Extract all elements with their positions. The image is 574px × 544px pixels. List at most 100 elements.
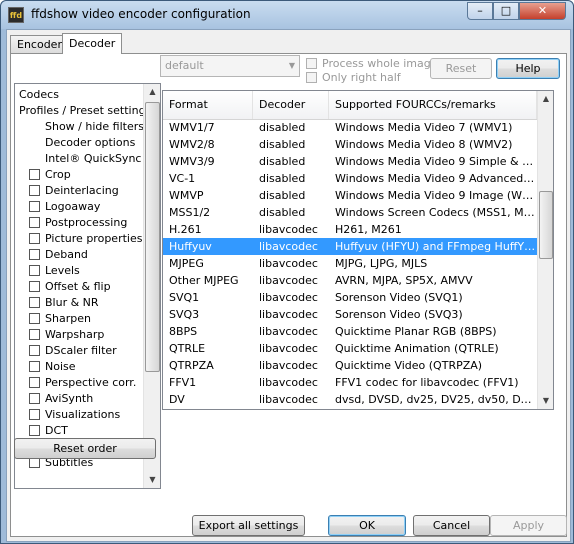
tree-item-filter[interactable]: Noise: [29, 359, 76, 375]
help-button[interactable]: Help: [496, 58, 560, 79]
tree-item-filter[interactable]: Picture properties: [29, 231, 142, 247]
table-row[interactable]: VC-1 disabled Windows Media Video 9 Advanc…: [163, 170, 537, 187]
filter-checkbox[interactable]: [29, 280, 40, 292]
filter-checkbox[interactable]: [29, 296, 40, 308]
tree-item-filter[interactable]: Offset & flip: [29, 279, 111, 295]
tree-item-subsection[interactable]: Decoder options: [45, 135, 135, 151]
table-row[interactable]: WMVP disabled Windows Media Video 9 Image …: [163, 187, 537, 204]
tree-item-filter[interactable]: DScaler filter: [29, 343, 117, 359]
cell-decoder: libavcodec: [259, 342, 318, 355]
checkbox-box: [306, 71, 317, 83]
tab-encoder[interactable]: Encoder: [10, 35, 69, 53]
close-button[interactable]: ✕: [519, 2, 566, 20]
scroll-down-arrow-icon[interactable]: ▼: [538, 393, 553, 409]
reset-order-button[interactable]: Reset order: [14, 438, 156, 459]
cell-format: DV: [169, 393, 185, 406]
column-header-format[interactable]: Format: [163, 91, 253, 119]
tree-item-subsection[interactable]: Intel® QuickSync: [45, 151, 141, 167]
tree-item-filter[interactable]: Visualizations: [29, 407, 120, 423]
filter-checkbox[interactable]: [29, 376, 40, 388]
filter-checkbox[interactable]: [29, 424, 40, 436]
table-row[interactable]: H.261 libavcodec H261, M261: [163, 221, 537, 238]
filter-checkbox[interactable]: [29, 216, 40, 228]
ok-button[interactable]: OK: [328, 515, 406, 536]
maximize-button[interactable]: □: [493, 2, 519, 20]
tab-decoder[interactable]: Decoder: [62, 33, 123, 54]
cell-remarks: Sorenson Video (SVQ3): [335, 308, 463, 321]
table-row[interactable]: WMV2/8 disabled Windows Media Video 8 (WMV…: [163, 136, 537, 153]
table-row[interactable]: Huffyuv libavcodec Huffyuv (HFYU) and FFmp…: [163, 238, 537, 255]
tree-item-label: Warpsharp: [45, 328, 105, 341]
tree-item-section[interactable]: Profiles / Preset settings: [19, 103, 151, 119]
filter-checkbox[interactable]: [29, 344, 40, 356]
tree-item-section[interactable]: Codecs: [19, 87, 59, 103]
tree-item-filter[interactable]: DCT: [29, 423, 68, 439]
preset-combo: default ▼: [160, 55, 300, 77]
table-row[interactable]: QTRLE libavcodec Quicktime Animation (QTRL…: [163, 340, 537, 357]
tree-item-filter[interactable]: Sharpen: [29, 311, 91, 327]
tree-item-filter[interactable]: Deinterlacing: [29, 183, 119, 199]
tree-item-filter[interactable]: Perspective corr.: [29, 375, 136, 391]
table-row[interactable]: MJPEG libavcodec MJPG, LJPG, MJLS: [163, 255, 537, 272]
grid-scrollbar[interactable]: ▲ ▼: [537, 91, 553, 409]
tree-item-label: Picture properties: [45, 232, 143, 245]
tree-item-label: Deband: [45, 248, 88, 261]
tree-scroll-thumb[interactable]: [145, 102, 160, 372]
filter-checkbox[interactable]: [29, 360, 40, 372]
dialog-window: ffd ffdshow video encoder configuration …: [0, 0, 574, 544]
cell-remarks: Windows Media Video 9 Image (WMV...: [335, 189, 537, 202]
cell-decoder: disabled: [259, 206, 306, 219]
cell-remarks: dvsd, DVSD, dv25, DV25, dv50, DV50: [335, 393, 537, 406]
cell-decoder: disabled: [259, 155, 306, 168]
cell-remarks: Windows Media Video 8 (WMV2): [335, 138, 513, 151]
cell-format: WMV2/8: [169, 138, 215, 151]
table-row[interactable]: MSS1/2 disabled Windows Screen Codecs (MSS…: [163, 204, 537, 221]
filter-checkbox[interactable]: [29, 184, 40, 196]
grid-scroll-thumb[interactable]: [539, 191, 553, 259]
column-header-remarks[interactable]: Supported FOURCCs/remarks: [329, 91, 537, 119]
app-icon: ffd: [8, 7, 24, 23]
filter-checkbox[interactable]: [29, 312, 40, 324]
tree-item-subsection[interactable]: Show / hide filters: [45, 119, 144, 135]
title-bar[interactable]: ffd ffdshow video encoder configuration …: [1, 1, 573, 29]
table-row[interactable]: Other MJPEG libavcodec AVRN, MJPA, SP5X, A…: [163, 272, 537, 289]
table-row[interactable]: WMV1/7 disabled Windows Media Video 7 (WMV…: [163, 119, 537, 136]
tree-item-filter[interactable]: Levels: [29, 263, 80, 279]
column-header-decoder[interactable]: Decoder: [253, 91, 329, 119]
tree-item-label: Profiles / Preset settings: [19, 104, 152, 117]
table-row[interactable]: QTRPZA libavcodec Quicktime Video (QTRPZA): [163, 357, 537, 374]
tree-item-filter[interactable]: Logoaway: [29, 199, 100, 215]
filter-checkbox[interactable]: [29, 408, 40, 420]
table-row[interactable]: 8BPS libavcodec Quicktime Planar RGB (8BPS…: [163, 323, 537, 340]
table-row[interactable]: DV libavcodec dvsd, DVSD, dv25, DV25, dv50…: [163, 391, 537, 408]
filter-checkbox[interactable]: [29, 264, 40, 276]
filter-checkbox[interactable]: [29, 328, 40, 340]
export-all-settings-button[interactable]: Export all settings: [192, 515, 305, 536]
tree-item-filter[interactable]: Crop: [29, 167, 71, 183]
filter-checkbox[interactable]: [29, 248, 40, 260]
tree-item-filter[interactable]: Deband: [29, 247, 88, 263]
filter-checkbox[interactable]: [29, 200, 40, 212]
tree-item-filter[interactable]: AviSynth: [29, 391, 93, 407]
table-row[interactable]: SVQ1 libavcodec Sorenson Video (SVQ1): [163, 289, 537, 306]
tree-item-filter[interactable]: Postprocessing: [29, 215, 127, 231]
minimize-button[interactable]: –: [467, 2, 493, 20]
tree-item-filter[interactable]: Warpsharp: [29, 327, 104, 343]
scroll-up-arrow-icon[interactable]: ▲: [538, 91, 553, 107]
cell-decoder: disabled: [259, 121, 306, 134]
table-row[interactable]: FFV1 libavcodec FFV1 codec for libavcodec …: [163, 374, 537, 391]
tree-item-filter[interactable]: Blur & NR: [29, 295, 99, 311]
filter-checkbox[interactable]: [29, 232, 40, 244]
tree-scrollbar[interactable]: ▲ ▼: [143, 84, 160, 488]
scroll-up-arrow-icon[interactable]: ▲: [144, 84, 160, 100]
tree-item-label: Deinterlacing: [45, 184, 119, 197]
filter-tree: Codecs Profiles / Preset settings Show / h…: [14, 83, 161, 489]
table-row[interactable]: WMV3/9 disabled Windows Media Video 9 Simp…: [163, 153, 537, 170]
tree-item-label: Blur & NR: [45, 296, 99, 309]
filter-checkbox[interactable]: [29, 392, 40, 404]
scroll-down-arrow-icon[interactable]: ▼: [144, 472, 160, 488]
filter-checkbox[interactable]: [29, 168, 40, 180]
cancel-button[interactable]: Cancel: [413, 515, 490, 536]
only-right-half-label: Only right half: [322, 71, 401, 84]
table-row[interactable]: SVQ3 libavcodec Sorenson Video (SVQ3): [163, 306, 537, 323]
